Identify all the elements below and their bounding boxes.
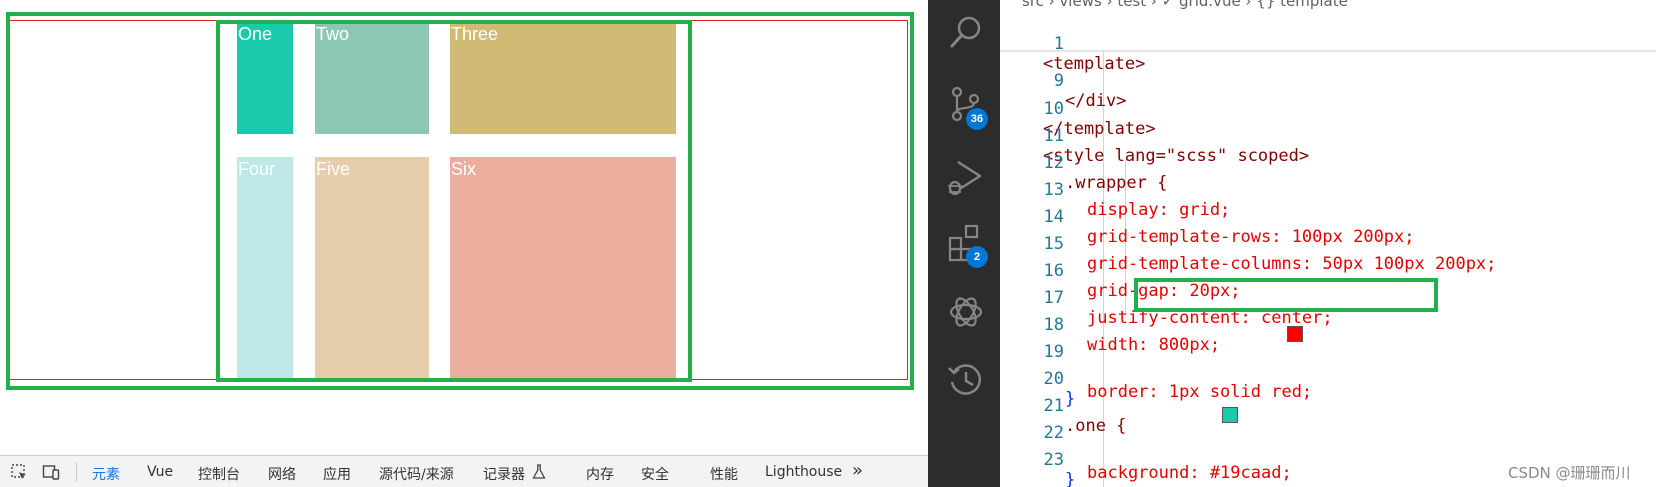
search-icon[interactable]: [946, 12, 986, 52]
tab-vue[interactable]: Vue: [147, 464, 173, 480]
tab-recorder[interactable]: 记录器: [483, 464, 525, 484]
flask-icon: [532, 464, 546, 479]
more-tabs-chevron-icon[interactable]: »: [852, 460, 863, 481]
grid-content-highlight-box: [216, 20, 692, 382]
code-line[interactable]: 19 border: 1px solid red;: [1000, 322, 1656, 402]
source-control-badge: 36: [966, 108, 988, 130]
line-number: 23: [1043, 450, 1064, 470]
code-line[interactable]: 9 </div>: [1000, 51, 1656, 111]
code-line[interactable]: 12 .wrapper {: [1000, 133, 1656, 193]
chatgpt-icon[interactable]: [946, 292, 986, 332]
color-swatch-teal[interactable]: [1222, 407, 1238, 423]
devtools-tab-bar: 元素 Vue 控制台 网络 应用 源代码/来源 记录器 内存 安全 性能 Lig…: [0, 455, 928, 487]
code-line[interactable]: 14 grid-template-rows: 100px 200px;: [1000, 187, 1656, 247]
code-line[interactable]: 11 <style lang="scss" scoped>: [1000, 106, 1656, 166]
browser-preview: One Two Three Four Five Six: [0, 0, 928, 455]
extensions-badge: 2: [966, 246, 988, 268]
breadcrumb[interactable]: src › views › test › ✓ grid.vue › {} tem…: [1022, 0, 1348, 10]
justify-content-highlight-box: [1134, 278, 1438, 312]
code-line[interactable]: 15 grid-template-columns: 50px 100px 200…: [1000, 214, 1656, 274]
run-debug-icon[interactable]: [946, 158, 986, 198]
devtools-separator: [76, 462, 77, 482]
code-line[interactable]: 16 grid-gap: 20px;: [1000, 241, 1656, 301]
tab-performance[interactable]: 性能: [710, 464, 738, 484]
code-line[interactable]: 21 .one {: [1000, 376, 1656, 436]
code-line[interactable]: 13 display: grid;: [1000, 160, 1656, 220]
color-swatch-red[interactable]: [1287, 326, 1303, 342]
code-line[interactable]: 20 }: [1000, 349, 1656, 409]
code-line[interactable]: 22 background: #19caad;: [1000, 403, 1656, 483]
code-text: }: [1065, 470, 1076, 487]
tab-elements[interactable]: 元素: [92, 464, 120, 484]
code-line[interactable]: 10 </template>: [1000, 79, 1656, 139]
tab-network[interactable]: 网络: [268, 464, 296, 484]
inspect-element-icon[interactable]: [10, 463, 28, 481]
device-toolbar-icon[interactable]: [42, 463, 60, 481]
activity-bar: 36 2: [928, 0, 1000, 487]
tab-security[interactable]: 安全: [641, 464, 669, 484]
code-text: background: #19caad;: [1087, 463, 1292, 483]
watermark: CSDN @珊珊而川: [1508, 464, 1631, 482]
tab-console[interactable]: 控制台: [198, 464, 240, 484]
code-line[interactable]: 23 }: [1000, 430, 1656, 487]
code-editor[interactable]: src › views › test › ✓ grid.vue › {} tem…: [1000, 0, 1656, 487]
tab-lighthouse[interactable]: Lighthouse: [765, 464, 842, 480]
tab-memory[interactable]: 内存: [586, 464, 614, 484]
timeline-icon[interactable]: [946, 360, 986, 400]
tab-sources[interactable]: 源代码/来源: [379, 464, 454, 484]
code-line[interactable]: 1 <template>: [1000, 14, 1656, 74]
tab-application[interactable]: 应用: [323, 464, 351, 484]
